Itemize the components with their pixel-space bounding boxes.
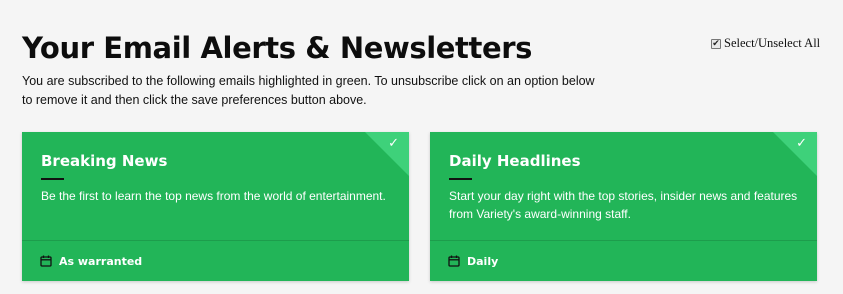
select-all-checkbox[interactable]: ✔ [711,38,721,49]
selected-corner-badge [773,132,817,176]
newsletter-card-breaking-news[interactable]: ✓ Breaking News Be the first to learn th… [22,132,409,281]
newsletter-card-daily-headlines[interactable]: ✓ Daily Headlines Start your day right w… [430,132,817,281]
card-title: Daily Headlines [449,152,581,170]
page-title: Your Email Alerts & Newsletters [22,31,532,65]
frequency-label: As warranted [59,254,143,268]
calendar-icon [448,255,460,267]
card-description: Be the first to learn the top news from … [41,189,386,203]
title-divider [449,178,472,180]
intro-text: You are subscribed to the following emai… [22,74,595,107]
card-title: Breaking News [41,152,168,170]
select-all-label: Select/Unselect All [724,36,821,50]
select-all-toggle[interactable]: ✔ Select/Unselect All [711,36,820,51]
checkmark-icon: ✓ [388,136,399,151]
card-footer: As warranted [22,240,409,281]
card-description: Start your day right with the top storie… [449,189,798,221]
checkmark-icon: ✓ [796,136,807,151]
card-footer: Daily [430,240,817,281]
selected-corner-badge [365,132,409,176]
frequency-label: Daily [467,254,499,268]
title-divider [41,178,64,180]
calendar-icon [40,255,52,267]
